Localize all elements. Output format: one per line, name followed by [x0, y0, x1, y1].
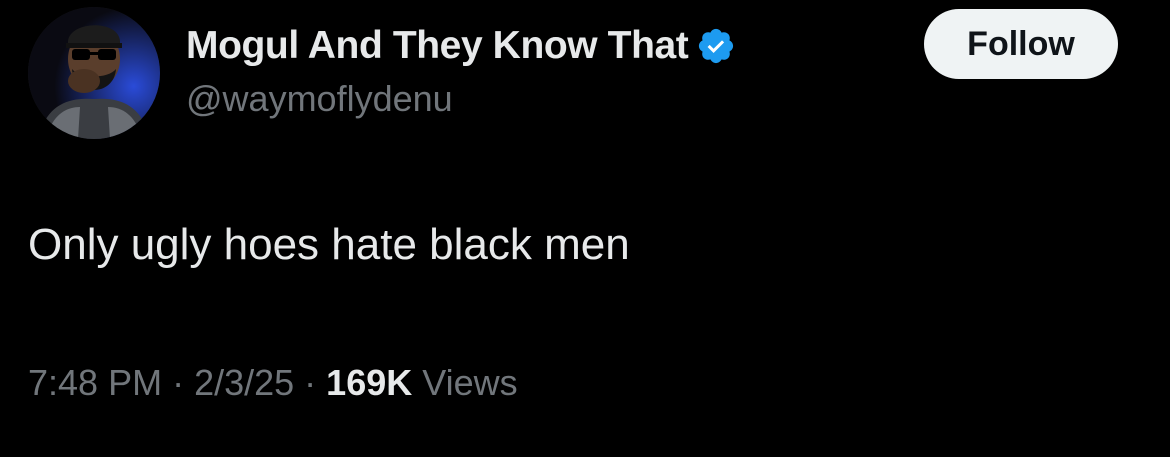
views-count[interactable]: 169K — [326, 362, 412, 404]
meta-separator: · — [172, 362, 185, 403]
tweet-time[interactable]: 7:48 PM — [28, 362, 162, 404]
author-display-name[interactable]: Mogul And They Know That — [186, 24, 689, 68]
tweet-text: Only ugly hoes hate black men — [28, 220, 630, 269]
avatar-photo-icon — [28, 7, 160, 139]
tweet-date[interactable]: 2/3/25 — [194, 362, 294, 404]
tweet-card: Mogul And They Know That @waymoflydenu F… — [0, 0, 1170, 457]
meta-separator: · — [304, 362, 317, 403]
follow-button[interactable]: Follow — [924, 9, 1118, 79]
tweet-meta: 7:48 PM · 2/3/25 · 169K Views — [28, 362, 518, 404]
views-label[interactable]: Views — [422, 362, 517, 404]
author-name-row: Mogul And They Know That — [186, 22, 736, 70]
author-handle[interactable]: @waymoflydenu — [186, 78, 453, 120]
author-avatar[interactable] — [28, 7, 160, 139]
verified-badge-icon[interactable] — [696, 26, 736, 66]
